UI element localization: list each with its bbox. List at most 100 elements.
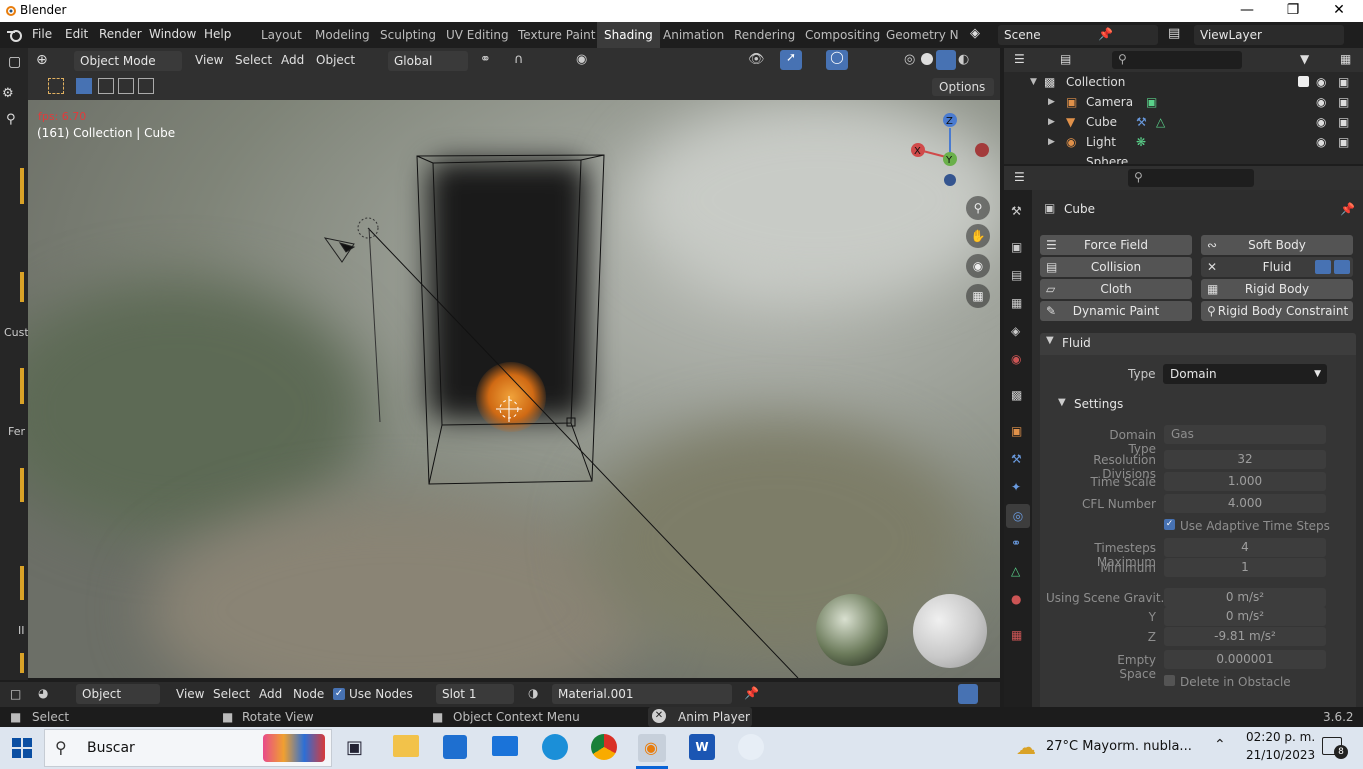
collision-button[interactable]: ▤ Collision bbox=[1040, 257, 1192, 277]
proportional-icon[interactable]: ◉ bbox=[576, 52, 587, 67]
windows-start-icon[interactable] bbox=[12, 738, 32, 758]
orientation-selector[interactable]: Global bbox=[388, 51, 468, 71]
cancel-icon[interactable]: ✕ bbox=[652, 709, 666, 723]
tab-compositing[interactable]: Compositing bbox=[805, 22, 880, 48]
chevron-up-icon[interactable]: ⌃ bbox=[1214, 737, 1226, 753]
anim-player-job[interactable]: ✕ Anim Player bbox=[648, 707, 752, 727]
ortho-grid-icon[interactable]: ▦ bbox=[966, 284, 990, 308]
new-collection-icon[interactable]: ▦ bbox=[1340, 52, 1351, 66]
expand-icon[interactable]: ▶ bbox=[1048, 112, 1055, 132]
object-tab-icon[interactable]: ▣ bbox=[1011, 424, 1022, 438]
expand-icon[interactable]: ▶ bbox=[1048, 92, 1055, 112]
physics-tab-icon[interactable]: ◎ bbox=[1006, 504, 1030, 528]
view-layer-tab-icon[interactable]: ▦ bbox=[1011, 296, 1022, 310]
rigid-body-constraint-button[interactable]: ⚲ Rigid Body Constraint bbox=[1201, 301, 1353, 321]
tab-layout[interactable]: Layout bbox=[261, 22, 302, 48]
eye-icon[interactable]: ◉ bbox=[1316, 112, 1326, 132]
material-browse-icon[interactable]: ◑ bbox=[528, 686, 538, 700]
taskbar-search-box[interactable]: ⚲ Buscar bbox=[44, 729, 332, 767]
viewport-menu-object[interactable]: Object bbox=[316, 53, 355, 67]
domain-type-dropdown[interactable]: Gas bbox=[1164, 425, 1326, 444]
maximize-button[interactable]: ❐ bbox=[1270, 0, 1316, 22]
tab-sculpting[interactable]: Sculpting bbox=[380, 22, 436, 48]
time-scale-field[interactable]: 1.000 bbox=[1164, 472, 1326, 491]
shader-menu-view[interactable]: View bbox=[176, 687, 204, 701]
weather-text[interactable]: 27°C Mayorm. nubla... bbox=[1046, 739, 1192, 754]
render-tab-icon[interactable]: ▣ bbox=[1011, 240, 1022, 254]
camera-render-icon[interactable]: ▣ bbox=[1338, 112, 1349, 132]
world-tab-icon[interactable]: ◉ bbox=[1011, 352, 1021, 366]
material-name-field[interactable]: Material.001 bbox=[552, 684, 732, 704]
modifier-tab-icon[interactable]: ⚒ bbox=[1011, 452, 1022, 466]
render-shading-icon[interactable]: ◐ bbox=[958, 52, 969, 67]
pin-icon[interactable]: 📌 bbox=[1098, 27, 1113, 41]
tab-uv-editing[interactable]: UV Editing bbox=[446, 22, 509, 48]
outliner-item[interactable]: ▶ ◉ Light ❋ ◉ ▣ bbox=[1004, 132, 1363, 152]
solid-shading-icon[interactable] bbox=[921, 53, 933, 65]
viewlayer-selector[interactable]: ViewLayer bbox=[1194, 25, 1344, 45]
weather-icon[interactable]: ☁ bbox=[1016, 735, 1036, 759]
tool-icon[interactable]: ⚙ bbox=[2, 86, 14, 101]
fluid-type-dropdown[interactable]: Domain ▼ bbox=[1163, 364, 1327, 384]
data-tab-icon[interactable]: △ bbox=[1011, 564, 1020, 578]
select-tool-icon[interactable] bbox=[48, 78, 64, 94]
fluid-panel-header[interactable]: ▼ Fluid bbox=[1040, 333, 1356, 355]
mode-selector[interactable]: Object Mode bbox=[74, 51, 182, 71]
chrome-icon[interactable] bbox=[591, 734, 617, 760]
clock-date[interactable]: 21/10/2023 bbox=[1246, 748, 1315, 762]
search-icon[interactable]: ⚲ bbox=[6, 112, 16, 127]
use-nodes-checkbox[interactable]: ✓ bbox=[333, 688, 345, 700]
outliner-item[interactable]: Sphere bbox=[1004, 152, 1363, 164]
display-mode-icon[interactable]: ▤ bbox=[1060, 52, 1071, 66]
viewport-menu-view[interactable]: View bbox=[195, 53, 223, 67]
cloth-button[interactable]: ▱ Cloth bbox=[1040, 279, 1192, 299]
paint-icon[interactable] bbox=[738, 734, 764, 760]
menu-window[interactable]: Window bbox=[149, 27, 196, 41]
scene-selector[interactable]: Scene bbox=[998, 25, 1158, 45]
select-mode-extend-icon[interactable] bbox=[98, 78, 114, 94]
menu-file[interactable]: File bbox=[32, 27, 52, 41]
tab-geometry-nodes[interactable]: Geometry Noc bbox=[886, 22, 958, 48]
tab-rendering[interactable]: Rendering bbox=[734, 22, 795, 48]
shader-type-icon[interactable]: ◕ bbox=[38, 686, 48, 700]
outliner-search-input[interactable]: ⚲ bbox=[1112, 51, 1242, 69]
particles-tab-icon[interactable]: ✦ bbox=[1011, 480, 1021, 494]
force-field-button[interactable]: ☰ Force Field bbox=[1040, 235, 1192, 255]
select-mode-intersect-icon[interactable] bbox=[138, 78, 154, 94]
minimize-button[interactable]: — bbox=[1224, 0, 1270, 22]
outliner-collection-row[interactable]: ▼ ▩ Collection ◉ ▣ bbox=[1004, 72, 1363, 92]
edge-icon[interactable] bbox=[542, 734, 568, 760]
task-view-icon[interactable]: ▣ bbox=[346, 737, 363, 758]
options-dropdown[interactable]: Options bbox=[932, 78, 994, 96]
render-toggle-icon[interactable] bbox=[1334, 260, 1350, 274]
gizmo-toggle-icon[interactable]: ➚ bbox=[780, 50, 802, 70]
shader-menu-select[interactable]: Select bbox=[213, 687, 250, 701]
snap-icon[interactable]: ∩ bbox=[514, 52, 524, 67]
camera-render-icon[interactable]: ▣ bbox=[1338, 92, 1349, 112]
slot-selector[interactable]: Slot 1 bbox=[436, 684, 514, 704]
tab-shading[interactable]: Shading bbox=[597, 22, 660, 48]
menu-edit[interactable]: Edit bbox=[65, 27, 88, 41]
store-icon[interactable] bbox=[443, 735, 467, 759]
fluid-button[interactable]: ✕ Fluid bbox=[1201, 257, 1353, 277]
delete-in-obstacle-checkbox[interactable] bbox=[1164, 675, 1175, 686]
output-tab-icon[interactable]: ▤ bbox=[1011, 268, 1022, 282]
eye-icon[interactable]: ◉ bbox=[1316, 92, 1326, 112]
expand-icon[interactable]: ▶ bbox=[1048, 132, 1055, 152]
wireframe-shading-icon[interactable]: ◎ bbox=[904, 52, 915, 67]
outliner-item[interactable]: ▶ ▼ Cube ⚒ △ ◉ ▣ bbox=[1004, 112, 1363, 132]
overlay-toggle-icon[interactable] bbox=[958, 684, 978, 704]
scene-icon[interactable]: ◈ bbox=[970, 26, 994, 44]
shader-menu-add[interactable]: Add bbox=[259, 687, 282, 701]
3d-viewport[interactable]: Z X Y fps: 6.70 (161) Collection | Cube … bbox=[28, 100, 1000, 678]
visibility-icon[interactable]: 👁 bbox=[748, 52, 765, 67]
viewport-toggle-icon[interactable] bbox=[1315, 260, 1331, 274]
cfl-field[interactable]: 4.000 bbox=[1164, 494, 1326, 513]
material-tab-icon[interactable]: ● bbox=[1011, 592, 1021, 606]
tab-texture-paint[interactable]: Texture Paint bbox=[518, 22, 595, 48]
eye-icon[interactable]: ◉ bbox=[1316, 72, 1326, 92]
close-window-button[interactable]: ✕ bbox=[1316, 0, 1362, 22]
scene-tab-icon[interactable]: ◈ bbox=[1011, 324, 1020, 338]
adaptive-time-checkbox[interactable]: ✓ bbox=[1164, 519, 1175, 530]
properties-editor-icon[interactable]: ☰ bbox=[1014, 170, 1025, 184]
